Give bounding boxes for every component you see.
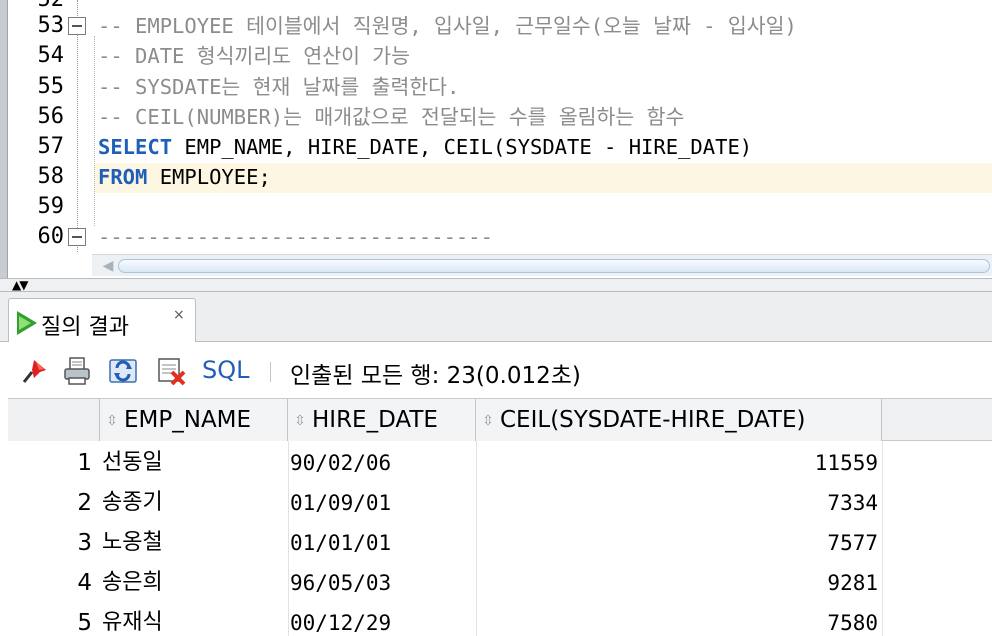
fold-collapse-icon[interactable]	[68, 228, 86, 246]
sql-keyword-from: FROM	[98, 165, 148, 189]
row-number-header	[8, 399, 100, 441]
cell-hire-date[interactable]: 01/01/01	[290, 523, 391, 563]
row-number: 3	[77, 530, 92, 556]
toolbar-separator	[270, 362, 271, 382]
code-line-comment[interactable]: -- CEIL(NUMBER)는 매개값으로 전달되는 수를 올림하는 함수	[98, 102, 684, 132]
pin-icon[interactable]	[20, 356, 50, 386]
code-line-comment[interactable]: -- EMPLOYEE 테이블에서 직원명, 입사일, 근무일수(오늘 날짜 -…	[98, 11, 797, 41]
cell-emp-name[interactable]: 선동일	[102, 443, 163, 483]
refresh-icon[interactable]	[108, 356, 138, 386]
cell-emp-name[interactable]: 송종기	[102, 483, 163, 523]
cell-emp-name[interactable]: 송은희	[102, 563, 163, 603]
code-line-separator-comment[interactable]: --------------------------------	[98, 222, 493, 252]
code-line-from-body: EMPLOYEE;	[147, 165, 271, 189]
editor-left-border	[0, 0, 8, 278]
column-header-label: CEIL(SYSDATE-HIRE_DATE)	[500, 407, 806, 433]
panel-splitter[interactable]: ▲▼	[0, 278, 992, 292]
scrollbar-thumb[interactable]	[118, 259, 990, 273]
sort-icon[interactable]: ⇳	[104, 400, 120, 442]
line-number: 53	[37, 13, 65, 38]
split-arrows-icon[interactable]: ▲▼	[12, 279, 29, 293]
result-tab-bar: 질의 결과 ×	[0, 292, 992, 343]
play-icon-highlight	[19, 316, 31, 330]
table-row[interactable]: 1 선동일 90/02/06 11559	[8, 443, 992, 483]
line-number: 60	[37, 224, 65, 249]
column-header-emp-name[interactable]: ⇳ EMP_NAME	[100, 399, 288, 441]
cell-emp-name[interactable]: 노옹철	[102, 523, 163, 563]
line-number: 55	[37, 74, 65, 99]
tab-query-result[interactable]: 질의 결과 ×	[8, 298, 196, 343]
query-result-panel: 질의 결과 × SQL 인출된 모든 행: 23(0.012초) ⇳ EMP_N…	[0, 292, 992, 636]
horizontal-scrollbar[interactable]: ◀	[92, 254, 992, 276]
line-number: 56	[37, 104, 65, 129]
cell-ceil[interactable]: 9281	[478, 563, 878, 603]
line-number-gutter: 52 53 54 55 56 57 58 59 60	[8, 0, 68, 252]
row-number: 5	[77, 610, 92, 636]
column-header-ceil[interactable]: ⇳ CEIL(SYSDATE-HIRE_DATE)	[476, 399, 882, 441]
row-number: 2	[77, 490, 92, 516]
print-icon[interactable]	[62, 356, 92, 386]
line-number: 57	[37, 134, 65, 159]
table-row[interactable]: 5 유재식 00/12/29 7580	[8, 603, 992, 636]
column-header-label: HIRE_DATE	[312, 407, 438, 433]
sql-button[interactable]: SQL	[202, 356, 250, 384]
sort-icon[interactable]: ⇳	[480, 400, 496, 442]
cell-ceil[interactable]: 7334	[478, 483, 878, 523]
fetch-status-text: 인출된 모든 행: 23(0.012초)	[290, 363, 581, 389]
line-number: 59	[37, 194, 65, 219]
cell-ceil[interactable]: 7577	[478, 523, 878, 563]
code-line-from[interactable]: FROM EMPLOYEE;	[98, 162, 271, 192]
export-delete-icon[interactable]	[156, 356, 186, 386]
row-number: 4	[77, 570, 92, 596]
tab-query-result-label: 질의 결과	[41, 315, 129, 340]
sql-editor[interactable]: 52 53 54 55 56 57 58 59 60 -- EMPLOYEE 테…	[0, 0, 992, 278]
scroll-left-arrow-icon[interactable]: ◀	[100, 258, 116, 274]
fold-guide-line	[77, 0, 78, 252]
code-line-comment[interactable]: -- DATE 형식끼리도 연산이 가능	[98, 41, 410, 71]
column-header-label: EMP_NAME	[124, 407, 252, 433]
table-row[interactable]: 2 송종기 01/09/01 7334	[8, 483, 992, 523]
table-row[interactable]: 4 송은희 96/05/03 9281	[8, 563, 992, 603]
cell-hire-date[interactable]: 00/12/29	[290, 603, 391, 636]
fold-collapse-icon[interactable]	[68, 17, 86, 35]
cell-hire-date[interactable]: 96/05/03	[290, 563, 391, 603]
code-line-comment[interactable]: -- SYSDATE는 현재 날짜를 출력한다.	[98, 72, 459, 102]
code-line-select[interactable]: SELECT EMP_NAME, HIRE_DATE, CEIL(SYSDATE…	[98, 132, 752, 162]
cell-ceil[interactable]: 11559	[478, 443, 878, 483]
close-icon[interactable]: ×	[173, 307, 185, 323]
cell-emp-name[interactable]: 유재식	[102, 603, 163, 636]
indent-guide-line	[94, 36, 95, 226]
result-grid[interactable]: ⇳ EMP_NAME ⇳ HIRE_DATE ⇳ CEIL(SYSDATE-HIRE_…	[8, 398, 992, 636]
line-number: 58	[37, 164, 65, 189]
sql-keyword-select: SELECT	[98, 135, 173, 159]
row-number: 1	[77, 450, 92, 476]
sort-icon[interactable]: ⇳	[292, 400, 308, 442]
column-header-hire-date[interactable]: ⇳ HIRE_DATE	[288, 399, 476, 441]
code-line-select-body: EMP_NAME, HIRE_DATE, CEIL(SYSDATE - HIRE…	[172, 135, 753, 159]
line-number: 54	[37, 43, 65, 68]
cell-ceil[interactable]: 7580	[478, 603, 878, 636]
result-toolbar: SQL 인출된 모든 행: 23(0.012초)	[0, 342, 992, 398]
table-row[interactable]: 3 노옹철 01/01/01 7577	[8, 523, 992, 563]
cell-hire-date[interactable]: 90/02/06	[290, 443, 391, 483]
grid-header: ⇳ EMP_NAME ⇳ HIRE_DATE ⇳ CEIL(SYSDATE-HIRE_…	[8, 399, 992, 441]
cell-hire-date[interactable]: 01/09/01	[290, 483, 391, 523]
